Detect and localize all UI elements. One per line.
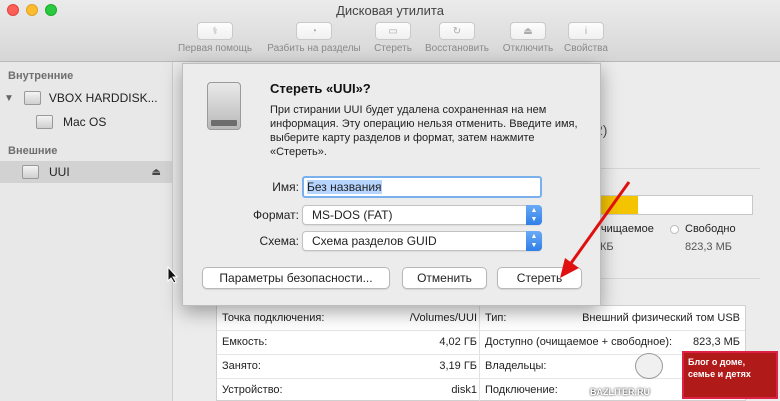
volume-icon [22,165,39,179]
disk-icon [23,91,41,105]
free-label: Свободно [685,223,736,235]
info-key: Доступно (очищаемое + свободное): [485,336,673,348]
free-value: 823,3 МБ [685,241,732,253]
name-input[interactable]: Без названия [302,176,542,198]
name-input-value: Без названия [307,180,382,194]
hard-drive-icon [207,82,241,138]
format-select[interactable]: MS-DOS (FAT) ▲ ▼ [302,205,542,225]
select-arrows-icon: ▲ ▼ [526,205,542,225]
info-key: Устройство: [222,384,283,396]
unmount-icon: ⏏ [510,22,546,40]
info-row-type: Тип: Внешний физический том USB [485,306,740,330]
dialog-title: Стереть «UUI»? [270,81,371,96]
disclosure-triangle-icon[interactable]: ▼ [4,93,14,104]
info-row-used: Занято: 3,19 ГБ [222,354,477,378]
volume-icon [36,115,53,129]
info-value: 3,19 ГБ [439,360,477,372]
window-title: Дисковая утилита [336,3,444,18]
info-row-mount-point: Точка подключения: /Volumes/UUI [222,306,477,330]
sidebar-item-uui[interactable]: UUI ⏏ [0,161,173,183]
cartoon-face-icon [635,353,663,379]
select-arrows-icon: ▲ ▼ [526,231,542,251]
scheme-label: Схема: [259,234,299,248]
info-key: Емкость: [222,336,268,348]
sidebar-item-label: UUI [49,165,70,179]
info-value: Внешний физический том USB [582,312,740,324]
sidebar-item-label: Mac OS [63,115,107,129]
erase-icon: ▭ [375,22,411,40]
watermark-logo: BAZLITER.RU Блог о доме, семье и детях [590,351,780,401]
mouse-cursor-icon [167,266,179,284]
watermark-site: BAZLITER.RU [590,387,650,397]
name-label: Имя: [272,180,299,194]
scheme-select[interactable]: Схема разделов GUID ▲ ▼ [302,231,542,251]
sidebar-header-external: Внешние [8,145,58,157]
info-row-device: Устройство: disk1 [222,378,477,401]
info-value: 823,3 МБ [693,336,740,348]
toolbar-info-button[interactable]: i Свойства [561,22,611,58]
dialog-message: При стирании UUI будет удалена сохраненн… [270,104,578,158]
toolbar-restore-button[interactable]: ↻ Восстановить [420,22,494,58]
info-icon: i [568,22,604,40]
stethoscope-icon: ⚕ [197,22,233,40]
sidebar-item-vbox-harddisk[interactable]: ▼ VBOX HARDDISK... [0,87,173,109]
eject-icon[interactable]: ⏏ [152,167,161,178]
sidebar: Внутренние ▼ VBOX HARDDISK... Mac OS Вне… [0,62,173,401]
scheme-select-value: Схема разделов GUID [312,234,437,248]
info-row-capacity: Емкость: 4,02 ГБ [222,330,477,354]
free-legend-dot [670,225,679,234]
sidebar-header-internal: Внутренние [8,70,74,82]
sidebar-item-label: VBOX HARDDISK... [48,91,158,105]
info-key: Тип: [485,312,507,324]
watermark-text: Блог о доме, семье и детях [682,351,778,399]
restore-icon: ↻ [439,22,475,40]
toolbar-first-aid-button[interactable]: ⚕ Первая помощь [174,22,256,58]
format-select-value: MS-DOS (FAT) [312,208,393,222]
toolbar-erase-button[interactable]: ▭ Стереть [371,22,415,58]
info-value: disk1 [451,384,477,396]
format-label: Формат: [253,208,299,222]
toolbar-partition-button[interactable]: ◔ Разбить на разделы [262,22,366,58]
divider [600,168,760,169]
cancel-button[interactable]: Отменить [402,267,487,289]
info-key: Точка подключения: [222,312,325,324]
pie-icon: ◔ [296,22,332,40]
info-value: 4,02 ГБ [439,336,477,348]
annotation-arrow-icon [560,181,631,278]
security-options-button[interactable]: Параметры безопасности... [202,267,390,289]
info-value: /Volumes/UUI [409,312,477,324]
toolbar-unmount-button[interactable]: ⏏ Отключить [499,22,557,58]
sidebar-item-mac-os[interactable]: Mac OS [0,111,173,133]
window-titlebar: Дисковая утилита ⚕ Первая помощь ◔ Разби… [0,0,780,62]
hard-drive-slot [211,120,237,126]
erase-dialog: Стереть «UUI»? При стирании UUI будет уд… [182,63,601,306]
info-key: Занято: [222,360,261,372]
